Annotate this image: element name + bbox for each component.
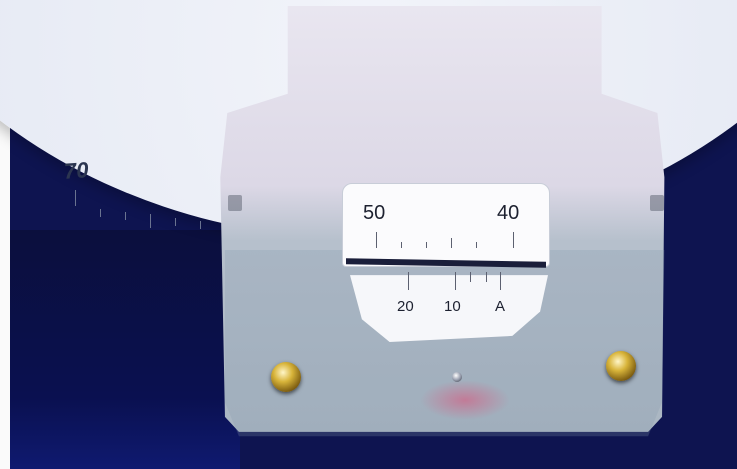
scale-tick [455, 272, 456, 290]
center-pin [452, 372, 462, 382]
scale-tick [408, 272, 409, 290]
upper-scale-label-right: 40 [497, 202, 520, 224]
scale-tick [513, 232, 514, 248]
right-screw [606, 351, 636, 381]
scale-tick [426, 242, 427, 248]
lower-scale-label-a: A [495, 298, 506, 315]
photo-scene: 70 50 40 20 10 A [0, 0, 737, 469]
scale-tick [376, 232, 377, 248]
dial-tick [150, 214, 151, 228]
lower-scale-label-10: 10 [444, 298, 461, 315]
scale-tick [486, 272, 487, 282]
dial-tick [75, 190, 76, 206]
dial-tick [125, 212, 126, 220]
scale-tick [470, 272, 471, 282]
lower-scale-label-20: 20 [397, 298, 414, 315]
dark-background [10, 230, 240, 469]
scale-tick [476, 242, 477, 248]
plate-mark-right [650, 195, 664, 211]
dial-tick [200, 221, 201, 229]
plate-mark-left [228, 195, 242, 211]
dial-numeral: 70 [63, 157, 90, 184]
scale-tick [451, 238, 452, 248]
scale-tick [401, 242, 402, 248]
dial-tick [100, 209, 101, 217]
upper-scale-label-left: 50 [363, 202, 386, 224]
left-screw [271, 362, 301, 392]
dial-tick [175, 218, 176, 226]
scale-tick [500, 272, 501, 290]
scale-window: 50 40 [342, 183, 550, 267]
reflection [420, 380, 510, 420]
